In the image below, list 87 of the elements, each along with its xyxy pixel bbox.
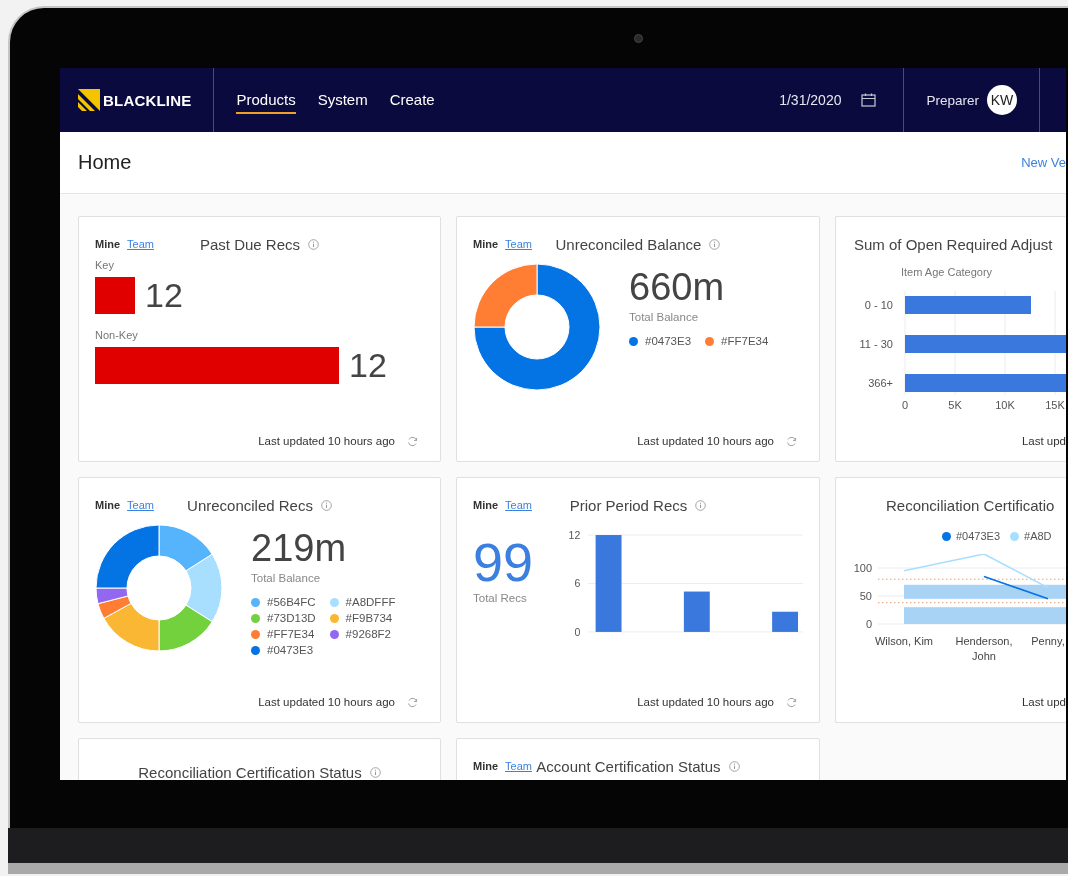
legend-label: #56B4FC bbox=[267, 596, 316, 608]
category-label: 0 - 10 bbox=[864, 299, 893, 311]
tick-label: 5K bbox=[948, 399, 962, 411]
nav-tab[interactable]: System bbox=[317, 86, 368, 114]
chart-bar bbox=[684, 591, 710, 632]
legend-label: #FF7E34 bbox=[267, 628, 315, 640]
category-label: Penny, bbox=[1031, 635, 1065, 647]
legend-label: #F9B734 bbox=[345, 612, 393, 624]
count-value: 12 bbox=[145, 276, 183, 315]
total-value: 219m bbox=[251, 526, 348, 570]
tick-label: 12 bbox=[568, 528, 581, 541]
scope-toggle[interactable]: Mine bbox=[473, 760, 499, 772]
total-label: Total Balance bbox=[629, 311, 700, 323]
scope-toggle[interactable]: Team bbox=[127, 238, 154, 250]
category-label: Henderson, John bbox=[955, 635, 1013, 662]
axis-title: Item Age Category bbox=[901, 266, 993, 278]
total-value: 99 bbox=[473, 534, 535, 590]
refresh-icon[interactable] bbox=[786, 435, 797, 447]
nav-tab[interactable]: Create bbox=[389, 86, 435, 114]
widget-title: Past Due Recs bbox=[199, 235, 300, 253]
widget-title: Unreconciled Recs bbox=[187, 496, 313, 514]
tick-label: 10K bbox=[995, 399, 1015, 411]
widget-title: Reconciliation Certification Status bbox=[138, 763, 362, 780]
scope-toggle[interactable]: Team bbox=[505, 760, 532, 772]
widget-title: Prior Period Recs bbox=[569, 496, 688, 514]
info-icon[interactable] bbox=[709, 238, 721, 250]
total-label: Total Balance bbox=[251, 572, 322, 584]
tick-label: 6 bbox=[574, 577, 581, 590]
last-updated-text: Last updated 10 hours ago bbox=[637, 435, 774, 447]
calendar-icon[interactable] bbox=[861, 93, 877, 107]
info-icon[interactable] bbox=[308, 238, 319, 250]
new-view-link[interactable]: New Ve bbox=[1021, 155, 1066, 170]
logo-icon bbox=[78, 89, 100, 111]
scope-toggle[interactable]: Mine bbox=[95, 499, 121, 511]
legend-label: #9268F2 bbox=[345, 628, 391, 640]
refresh-icon[interactable] bbox=[786, 696, 797, 708]
category-label: Wilson, Kim bbox=[874, 635, 934, 647]
tick-label: 0 bbox=[574, 625, 581, 638]
info-icon[interactable] bbox=[369, 766, 381, 778]
tick-label: 15K bbox=[1045, 399, 1065, 411]
tick-label: 0 bbox=[865, 618, 872, 630]
refresh-icon[interactable] bbox=[407, 696, 418, 708]
tick-label: 50 bbox=[859, 590, 872, 602]
refresh-icon[interactable] bbox=[407, 435, 418, 447]
info-icon[interactable] bbox=[320, 499, 332, 511]
legend-label: #A8DFFF bbox=[345, 596, 396, 608]
last-updated-text: Last updated 10 hours ago bbox=[258, 435, 395, 447]
count-bar bbox=[95, 277, 135, 314]
widget-title: Sum of Open Required Adjust bbox=[854, 235, 1053, 253]
brand-name: BLACKLINE bbox=[103, 91, 192, 109]
last-updated-text: Last upd bbox=[1021, 696, 1066, 708]
nav-tab[interactable]: Products bbox=[236, 86, 296, 114]
user-avatar[interactable]: KW bbox=[987, 85, 1017, 115]
scope-toggle[interactable]: Team bbox=[127, 499, 154, 511]
legend-label: #73D13D bbox=[267, 612, 316, 624]
role-label: Preparer bbox=[926, 92, 979, 108]
last-updated-text: Last upd bbox=[1021, 435, 1066, 447]
bar-label: Key bbox=[95, 259, 115, 271]
chart-bar bbox=[772, 611, 799, 632]
tick-label: 0 bbox=[901, 399, 909, 411]
legend-label: #FF7E34 bbox=[721, 335, 769, 347]
bar-label: Non-Key bbox=[95, 329, 139, 341]
last-updated-text: Last updated 10 hours ago bbox=[637, 696, 774, 708]
legend-label: #0473E3 bbox=[645, 335, 692, 347]
info-icon[interactable] bbox=[695, 499, 707, 511]
scope-toggle[interactable]: Team bbox=[505, 499, 532, 511]
widget-title: Reconciliation Certificatio bbox=[886, 496, 1055, 514]
legend-label: #0473E3 bbox=[267, 644, 314, 656]
widget-title: Unreconciled Balance bbox=[555, 235, 702, 253]
info-icon[interactable] bbox=[728, 760, 740, 772]
page-title: Home bbox=[78, 151, 132, 174]
legend-label: #A8D bbox=[1024, 530, 1052, 542]
date-text: 1/31/2020 bbox=[779, 92, 842, 108]
category-label: 366+ bbox=[868, 377, 893, 389]
scope-toggle[interactable]: Mine bbox=[473, 499, 499, 511]
tick-label: 100 bbox=[853, 562, 872, 574]
scope-toggle[interactable]: Mine bbox=[95, 238, 121, 250]
total-value: 660m bbox=[629, 265, 726, 309]
scope-toggle[interactable]: Mine bbox=[473, 238, 499, 250]
legend-label: #0473E3 bbox=[956, 530, 1001, 542]
last-updated-text: Last updated 10 hours ago bbox=[258, 696, 395, 708]
category-label: 11 - 30 bbox=[859, 338, 893, 350]
total-label: Total Recs bbox=[473, 592, 528, 604]
scope-toggle[interactable]: Team bbox=[505, 238, 532, 250]
camera-dot bbox=[633, 33, 643, 43]
widget-title: Account Certification Status bbox=[536, 757, 721, 775]
count-value: 12 bbox=[349, 346, 387, 385]
